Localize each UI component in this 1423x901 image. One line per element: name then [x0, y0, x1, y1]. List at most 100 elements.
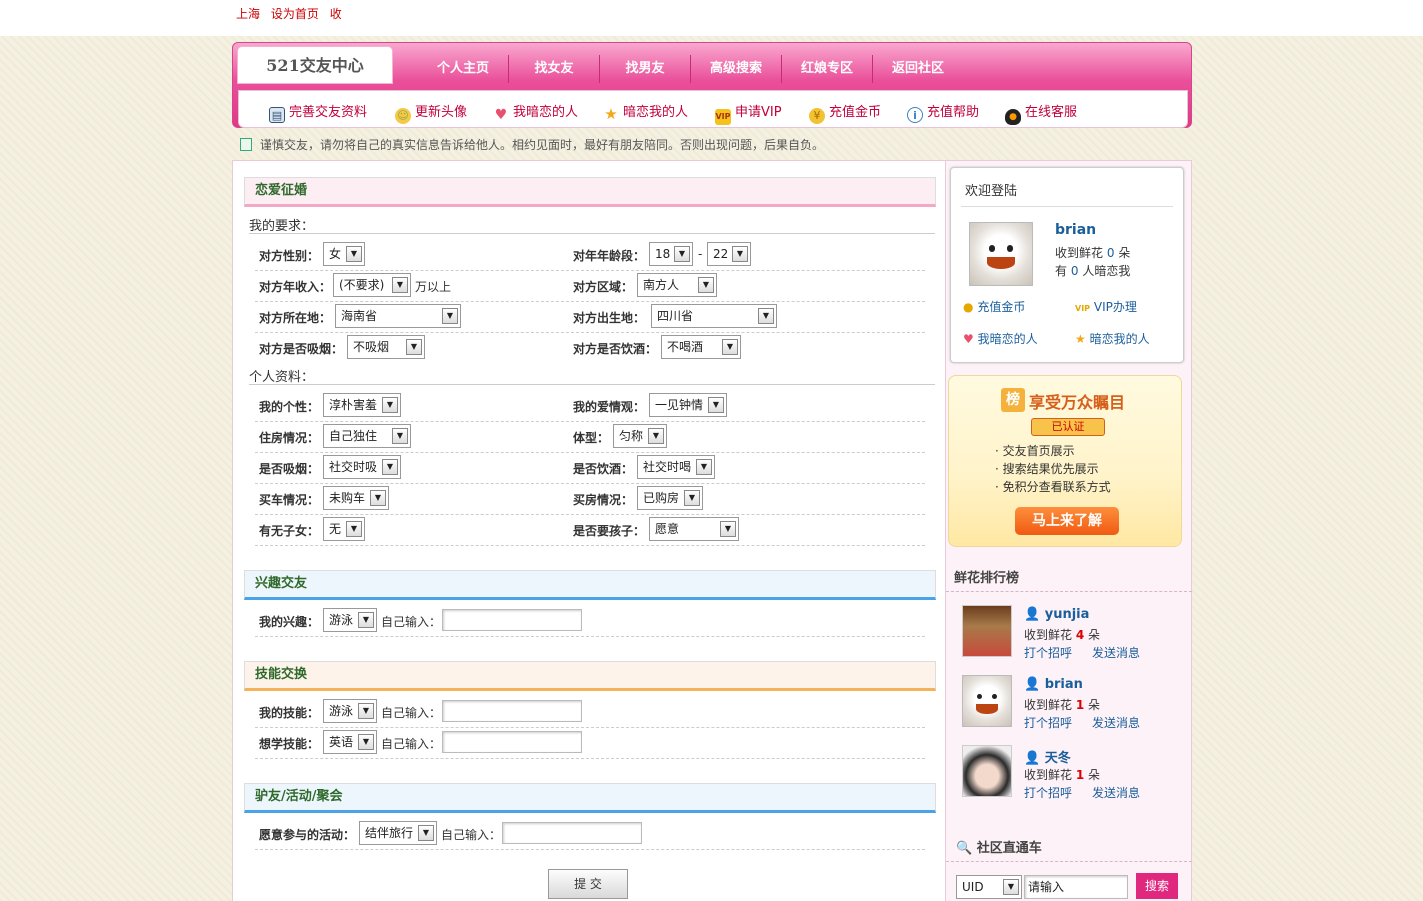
age-from-select[interactable]: 18 ▼: [649, 242, 693, 266]
chevron-down-icon: ▼: [406, 339, 422, 355]
subnav-recharge-coins[interactable]: ¥ 充值金币: [809, 101, 881, 124]
personality-select[interactable]: 淳朴害羞 ▼: [323, 393, 401, 417]
kids-select[interactable]: 无 ▼: [323, 517, 365, 541]
rank-flowers: 收到鲜花 4 朵: [1024, 628, 1101, 642]
body-type-select[interactable]: 匀称 ▼: [613, 424, 667, 448]
my-skill-select[interactable]: 游泳 ▼: [323, 699, 377, 723]
vip-promo-banner[interactable]: 榜 享受万众瞩目 已认证 · 交友首页展示 · 搜索结果优先展示 · 免积分查看…: [948, 375, 1182, 547]
rank-user-name[interactable]: 👤 brian: [1024, 677, 1083, 692]
subnav-update-avatar[interactable]: ☺ 更新头像: [395, 101, 467, 124]
welcome-title: 欢迎登陆: [965, 184, 1018, 199]
search-button[interactable]: 搜索: [1136, 873, 1178, 899]
avatar[interactable]: [962, 605, 1012, 657]
vip-link[interactable]: VIP VIP办理: [1075, 298, 1137, 315]
income-select[interactable]: (不要求) ▼: [333, 273, 411, 297]
interest-select[interactable]: 游泳 ▼: [323, 608, 377, 632]
nav-divider: [872, 55, 873, 83]
divider: [249, 384, 935, 385]
crushes-on-me-link[interactable]: ★ 暗恋我的人: [1075, 330, 1150, 347]
bookmark-link[interactable]: 收: [330, 7, 342, 21]
username[interactable]: brian: [1055, 222, 1096, 238]
city-link[interactable]: 上海: [236, 7, 260, 21]
interest-custom-input[interactable]: [442, 609, 582, 631]
avatar[interactable]: [969, 222, 1033, 286]
nav-advanced-search[interactable]: 高级搜索: [702, 59, 770, 79]
activity-select[interactable]: 结伴旅行 ▼: [359, 821, 437, 845]
want-kids-label: 是否要孩子：: [573, 524, 646, 538]
nav-matchmaker[interactable]: 红娘专区: [793, 59, 861, 79]
rank-user-name[interactable]: 👤 天冬: [1024, 747, 1071, 766]
row-divider: [255, 514, 925, 515]
search-type-select[interactable]: UID ▼: [956, 875, 1022, 899]
greet-link[interactable]: 打个招呼: [1024, 714, 1072, 731]
subnav-complete-profile[interactable]: ▤ 完善交友资料: [269, 101, 367, 123]
site-logo[interactable]: 521交友中心: [237, 46, 393, 84]
chevron-down-icon: ▼: [346, 521, 362, 537]
learn-more-button[interactable]: 马上来了解: [1015, 507, 1119, 535]
rank-user-name[interactable]: 👤 yunjia: [1024, 607, 1089, 622]
promo-title: 享受万众瞩目: [1029, 393, 1126, 412]
my-crushes-link[interactable]: ♥ 我暗恋的人: [963, 330, 1038, 347]
greet-link[interactable]: 打个招呼: [1024, 784, 1072, 801]
want-skill-select[interactable]: 英语 ▼: [323, 730, 377, 754]
age-label: 对年年龄段：: [573, 249, 646, 263]
birthplace-select[interactable]: 四川省 ▼: [651, 304, 777, 328]
housing-select[interactable]: 自己独住 ▼: [323, 424, 411, 448]
top-bar: 上海 设为首页 收: [0, 0, 1423, 36]
crush-count: 有 0 人暗恋我: [1055, 264, 1131, 278]
drink-label: 是否饮酒：: [573, 462, 634, 476]
chevron-down-icon: ▼: [732, 246, 748, 262]
requirements-title: 我的要求：: [249, 219, 315, 234]
recharge-coins-link[interactable]: ● 充值金币: [963, 298, 1025, 315]
activity-custom-input[interactable]: [502, 822, 642, 844]
drink-pref-select[interactable]: 不喝酒 ▼: [661, 335, 741, 359]
subnav-crushes-on-me[interactable]: ★ 暗恋我的人: [603, 101, 688, 122]
love-view-select[interactable]: 一见钟情 ▼: [649, 393, 727, 417]
smoke-pref-select[interactable]: 不吸烟 ▼: [347, 335, 425, 359]
subnav-my-crushes[interactable]: ♥ 我暗恋的人: [493, 101, 578, 123]
set-homepage-link[interactable]: 设为首页: [271, 7, 319, 21]
nav-back-community[interactable]: 返回社区: [884, 59, 952, 79]
want-kids-select[interactable]: 愿意 ▼: [649, 517, 739, 541]
message-link[interactable]: 发送消息: [1092, 644, 1140, 661]
coins-icon: ¥: [809, 108, 825, 124]
chevron-down-icon: ▼: [758, 308, 774, 324]
subnav-apply-vip[interactable]: VIP 申请VIP: [715, 101, 782, 125]
submit-button[interactable]: 提 交: [548, 869, 628, 899]
location-select[interactable]: 海南省 ▼: [335, 304, 461, 328]
smoke-select[interactable]: 社交时吸 ▼: [323, 455, 401, 479]
nav-find-girlfriend[interactable]: 找女友: [520, 59, 588, 79]
personality-label: 我的个性：: [259, 400, 320, 414]
car-select[interactable]: 未购车 ▼: [323, 486, 389, 510]
message-link[interactable]: 发送消息: [1092, 784, 1140, 801]
section-interest-header: 兴趣交友: [244, 570, 936, 600]
greet-link[interactable]: 打个招呼: [1024, 644, 1072, 661]
activity-label: 愿意参与的活动：: [259, 828, 356, 842]
chevron-down-icon: ▼: [698, 277, 714, 293]
promo-bullet: · 交友首页展示: [995, 444, 1075, 458]
user-icon: 👤: [1024, 677, 1041, 692]
chevron-down-icon: ▼: [392, 277, 408, 293]
gender-label: 对方性别：: [259, 249, 320, 263]
chevron-down-icon: ▼: [346, 246, 362, 262]
chevron-down-icon: ▼: [720, 521, 736, 537]
avatar[interactable]: [962, 745, 1012, 797]
my-skill-custom-input[interactable]: [442, 700, 582, 722]
nav-home[interactable]: 个人主页: [429, 59, 497, 79]
chevron-down-icon: ▼: [674, 246, 690, 262]
gender-select[interactable]: 女 ▼: [323, 242, 365, 266]
row-divider: [255, 849, 925, 850]
search-input[interactable]: 请输入: [1024, 875, 1128, 899]
want-skill-custom-input[interactable]: [442, 731, 582, 753]
star-icon: ★: [1075, 332, 1086, 346]
subnav-recharge-help[interactable]: i 充值帮助: [907, 101, 979, 123]
region-select[interactable]: 南方人 ▼: [637, 273, 717, 297]
drink-select[interactable]: 社交时喝 ▼: [637, 455, 715, 479]
avatar[interactable]: [962, 675, 1012, 727]
message-link[interactable]: 发送消息: [1092, 714, 1140, 731]
age-to-select[interactable]: 22 ▼: [707, 242, 751, 266]
nav-find-boyfriend[interactable]: 找男友: [611, 59, 679, 79]
birthplace-label: 对方出生地：: [573, 311, 646, 325]
subnav-online-service[interactable]: ● 在线客服: [1005, 101, 1077, 125]
house-select[interactable]: 已购房 ▼: [637, 486, 703, 510]
